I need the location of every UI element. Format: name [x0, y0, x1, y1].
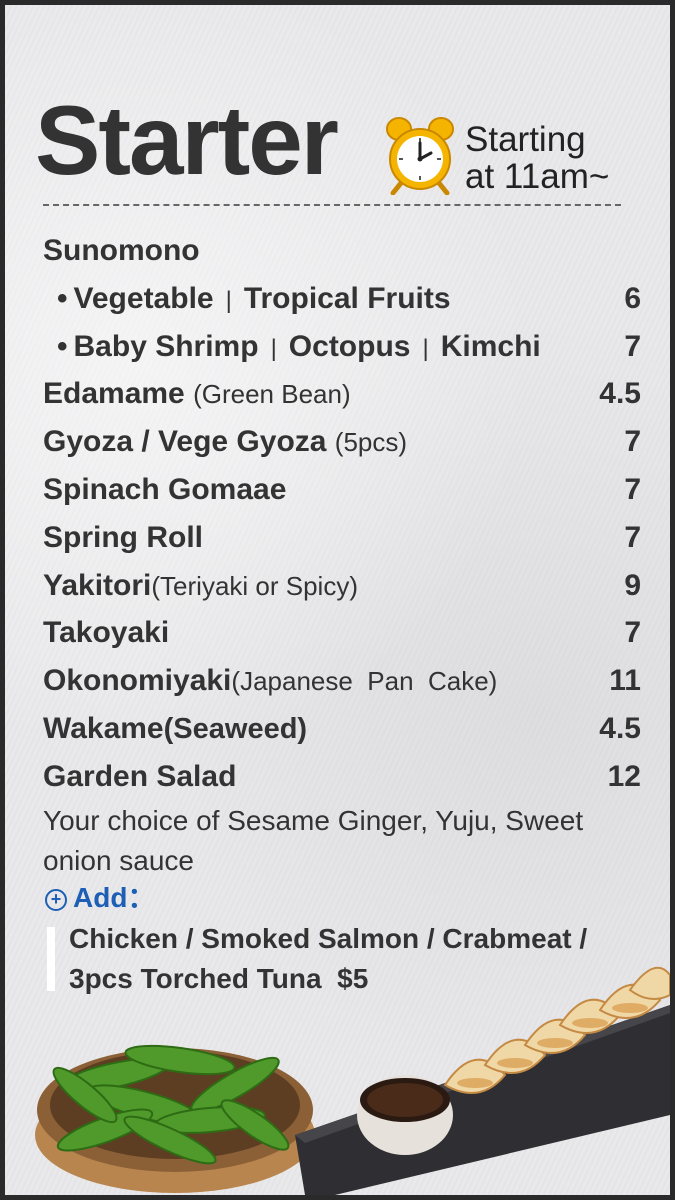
item-name: Sunomono — [43, 234, 200, 267]
item-price: 7 — [624, 329, 641, 363]
item-name: Gyoza / Vege Gyoza — [43, 425, 335, 459]
item-price: 7 — [624, 616, 641, 650]
item-name: Takoyaki — [43, 616, 170, 650]
menu-board: Starter Starting at 11am~ Sunomono • Vege… — [5, 5, 670, 1195]
menu-item: Okonomiyaki(Japanese Pan Cake) 11 — [43, 657, 641, 705]
title-divider — [43, 204, 621, 206]
item-name: Yakitori — [43, 568, 152, 602]
item-name: Spinach Gomaae — [43, 472, 287, 506]
item-name: Vegetable — [73, 281, 214, 315]
item-name: Wakame — [43, 711, 164, 745]
item-price: 6 — [624, 281, 641, 315]
alarm-clock-icon — [386, 117, 454, 195]
item-price: 7 — [624, 472, 641, 506]
item-note: (Teriyaki or Spicy) — [151, 570, 358, 601]
item-name: Kimchi — [440, 329, 541, 363]
item-name: Garden Salad — [43, 759, 237, 793]
separator: | — [422, 334, 429, 362]
menu-list: Sunomono • Vegetable | Tropical Fruits 6 • B… — [43, 227, 641, 801]
menu-item: Garden Salad 12 — [43, 753, 641, 801]
bullet: • — [57, 281, 68, 315]
item-name: Baby Shrimp — [73, 329, 259, 363]
item-price: 4.5 — [599, 377, 641, 411]
add-ons-heading: + Add： — [45, 881, 155, 915]
hours-note-line1: Starting — [465, 120, 586, 159]
menu-item: Gyoza / Vege Gyoza (5pcs) 7 — [43, 418, 641, 466]
item-name: Octopus — [288, 329, 411, 363]
page-title: Starter — [35, 85, 339, 195]
item-price: 9 — [624, 568, 641, 602]
menu-item: Spring Roll 7 — [43, 514, 641, 562]
item-note: (Japanese Pan Cake) — [231, 666, 498, 697]
separator: | — [270, 334, 277, 362]
item-price: 7 — [624, 425, 641, 459]
separator: | — [225, 286, 232, 314]
item-price: 11 — [609, 664, 641, 698]
add-label: Add： — [73, 882, 156, 913]
item-note: (Seaweed) — [163, 712, 308, 745]
item-price: 4.5 — [599, 711, 641, 745]
menu-sub-item: • Baby Shrimp | Octopus | Kimchi 7 — [43, 323, 641, 371]
hours-note-line2: at 11am~ — [465, 157, 610, 196]
item-name: Okonomiyaki — [43, 664, 232, 698]
menu-sub-item: • Vegetable | Tropical Fruits 6 — [43, 275, 641, 323]
menu-item: Wakame(Seaweed) 4.5 — [43, 705, 641, 753]
item-note: (5pcs) — [334, 427, 408, 458]
menu-item: Takoyaki 7 — [43, 609, 641, 657]
food-photos — [35, 966, 670, 1195]
menu-item: Spinach Gomaae 7 — [43, 466, 641, 514]
menu-item: Edamame (Green Bean) 4.5 — [43, 370, 641, 418]
salad-description: Your choice of Sesame Ginger, Yuju, Swee… — [43, 805, 584, 876]
bullet: • — [57, 329, 68, 363]
menu-item: Sunomono — [43, 227, 641, 275]
hours-note: Starting at 11am~ — [465, 121, 609, 195]
edamame-bowl-image — [35, 1044, 315, 1193]
menu-item: Yakitori(Teriyaki or Spicy) 9 — [43, 562, 641, 610]
item-name: Edamame — [43, 377, 194, 411]
item-name: Tropical Fruits — [243, 281, 451, 315]
item-price: 7 — [624, 520, 641, 554]
item-name: Spring Roll — [43, 520, 203, 554]
plus-circle-icon: + — [45, 889, 67, 911]
item-price: 12 — [607, 759, 641, 793]
gyoza-plate-image — [295, 966, 670, 1195]
item-note: (Green Bean) — [193, 379, 351, 410]
